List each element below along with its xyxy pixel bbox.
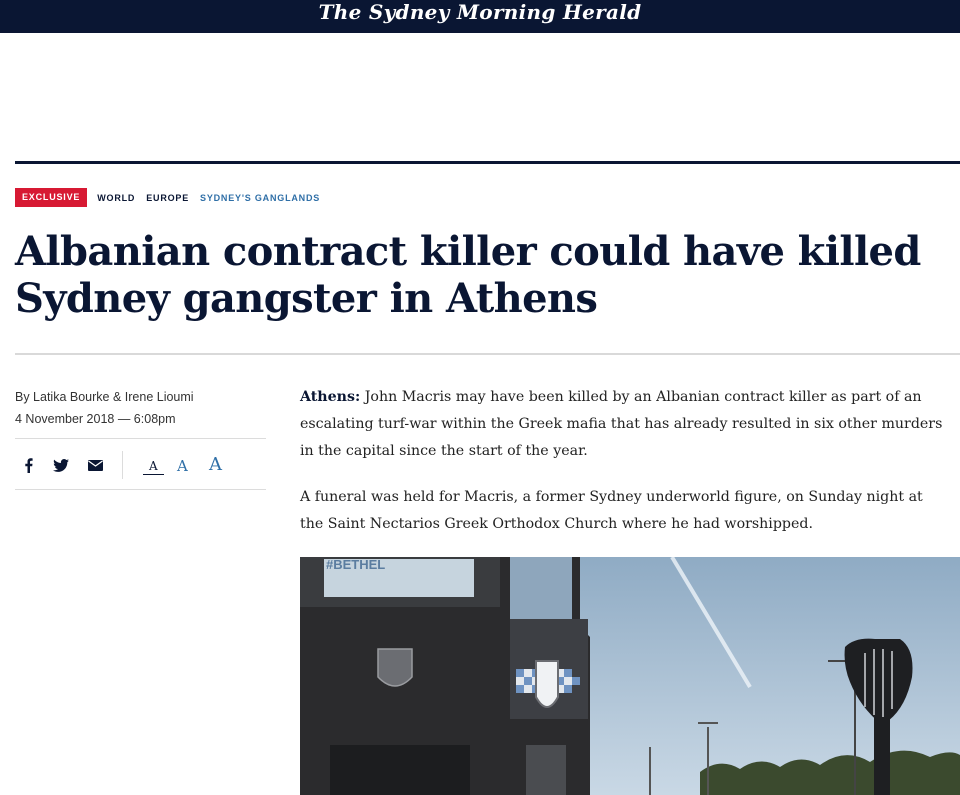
twitter-icon[interactable]: [52, 456, 70, 474]
font-size-medium-button[interactable]: A: [177, 457, 188, 475]
paragraph-1: Athens: John Macris may have been killed…: [300, 384, 950, 465]
article-tags: EXCLUSIVE WORLD EUROPE SYDNEY'S GANGLAND…: [15, 188, 331, 207]
tag-world[interactable]: WORLD: [97, 193, 135, 203]
article-headline: Albanian contract killer could have kill…: [15, 228, 921, 322]
font-size-large-button[interactable]: A: [209, 454, 222, 475]
article-body: Athens: John Macris may have been killed…: [300, 384, 950, 557]
tag-europe[interactable]: EUROPE: [146, 193, 189, 203]
share-divider-top: [15, 438, 266, 439]
byline-block: By Latika Bourke & Irene Lioumi 4 Novemb…: [15, 386, 194, 430]
tag-sydneys-ganglands[interactable]: SYDNEY'S GANGLANDS: [200, 193, 320, 203]
place-label: Athens:: [300, 389, 361, 405]
site-logo[interactable]: The Sydney Morning Herald: [319, 0, 642, 24]
header-divider: [15, 161, 960, 164]
share-separator: [122, 451, 123, 479]
photo-sign-text: #BETHEL: [326, 557, 385, 572]
byline: By Latika Bourke & Irene Lioumi: [15, 390, 194, 404]
email-icon[interactable]: [86, 456, 104, 474]
photo-illustration: #BETHEL: [300, 557, 960, 795]
paragraph-2: A funeral was held for Macris, a former …: [300, 489, 923, 532]
font-size-small-button[interactable]: A: [143, 459, 164, 475]
article-photo[interactable]: #BETHEL: [300, 557, 960, 795]
headline-divider: [15, 353, 960, 355]
masthead: The Sydney Morning Herald: [0, 0, 960, 33]
share-toolbar: A A A: [15, 451, 266, 479]
exclusive-badge: EXCLUSIVE: [15, 188, 88, 207]
facebook-icon[interactable]: [19, 456, 37, 474]
dateline: 4 November 2018 — 6:08pm: [15, 412, 176, 426]
share-divider-bottom: [15, 489, 266, 490]
paragraph-1-text: John Macris may have been killed by an A…: [300, 389, 943, 459]
